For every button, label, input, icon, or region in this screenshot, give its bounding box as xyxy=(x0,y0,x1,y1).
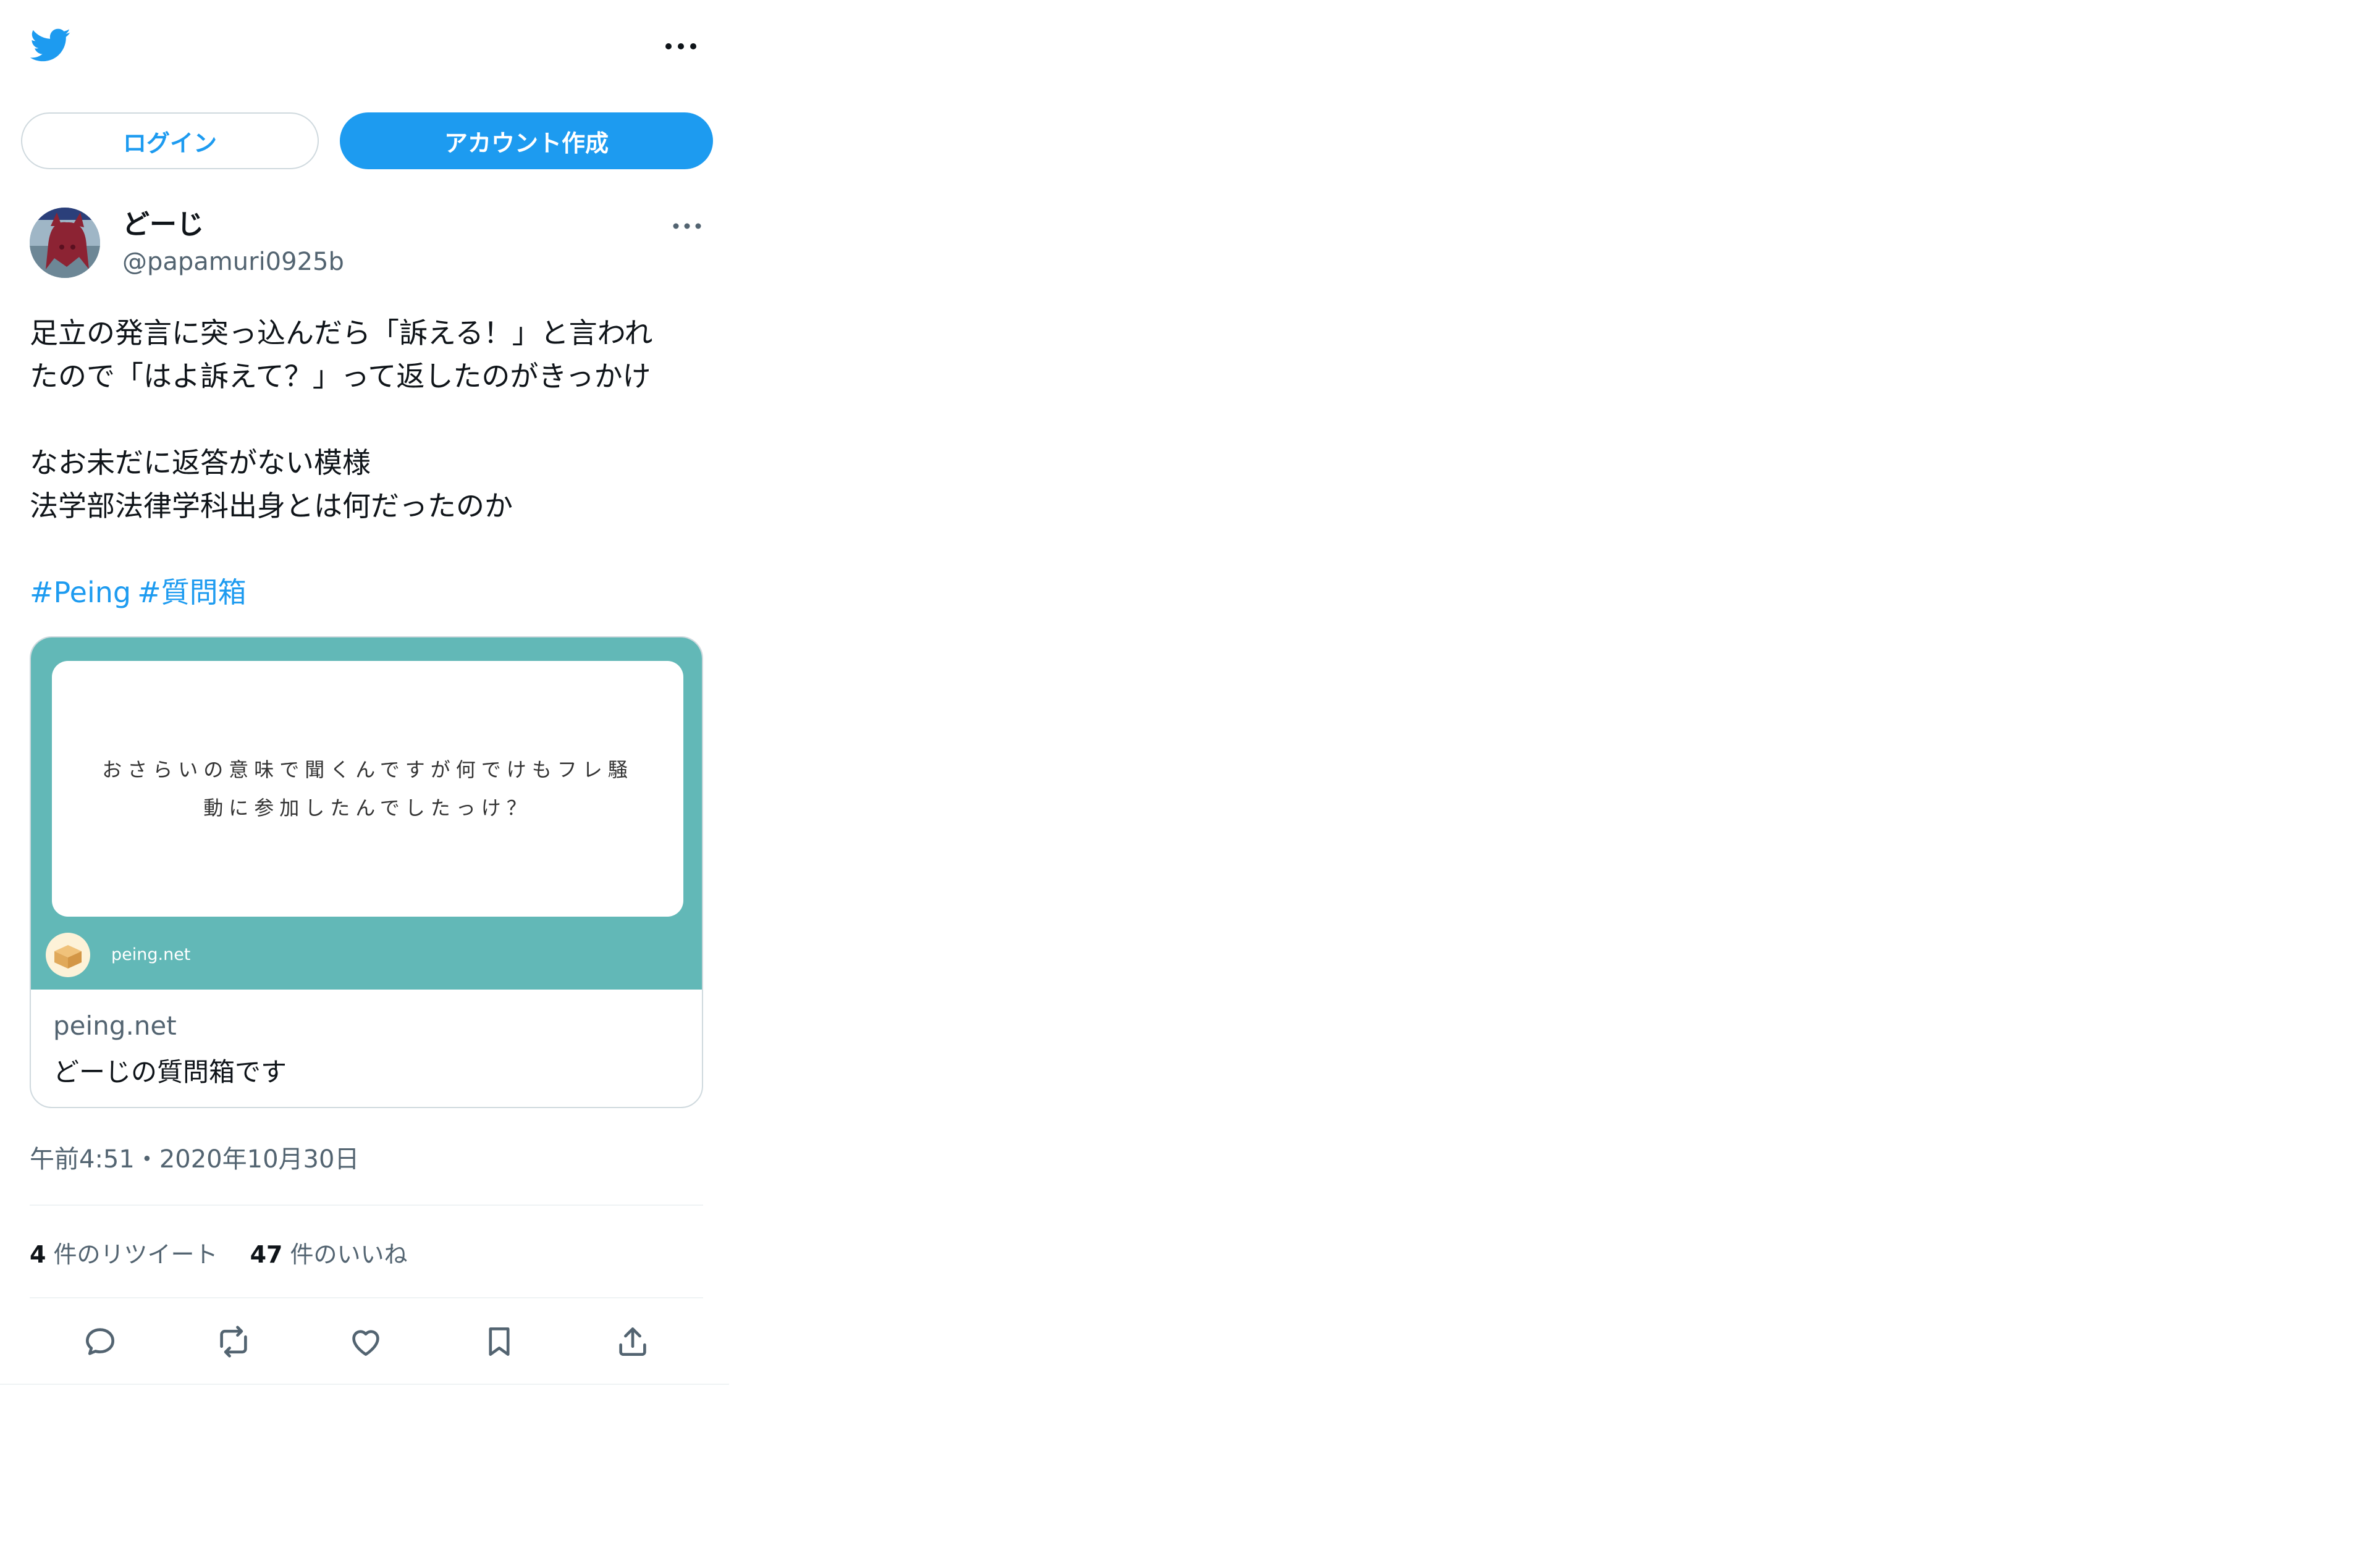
retweet-icon[interactable] xyxy=(209,1317,258,1366)
divider xyxy=(30,1297,703,1298)
share-icon[interactable] xyxy=(608,1317,657,1366)
divider xyxy=(0,1384,729,1385)
tweet-text-line: たので「はよ訴えて？」って返したのがきっかけ xyxy=(30,359,651,393)
signup-button[interactable]: アカウント作成 xyxy=(340,112,713,169)
bookmark-icon[interactable] xyxy=(475,1317,524,1366)
login-button[interactable]: ログイン xyxy=(21,112,319,169)
author-name[interactable]: どーじ xyxy=(122,206,204,243)
hashtag-link[interactable]: #Peing xyxy=(30,576,131,609)
card-domain: peing.net xyxy=(53,1011,177,1041)
link-card[interactable]: おさらいの意味で聞くんですが何でけもフレ騒 動に参加したんでしたっけ？ pein… xyxy=(30,636,703,1108)
tweet-text-line: 法学部法律学科出身とは何だったのか xyxy=(30,489,513,523)
reply-icon[interactable] xyxy=(75,1317,125,1366)
card-image: おさらいの意味で聞くんですが何でけもフレ騒 動に参加したんでしたっけ？ pein… xyxy=(31,637,702,990)
tweet-timestamp[interactable]: 午前4:51・2020年10月30日 xyxy=(30,1139,359,1175)
like-count: 47 xyxy=(250,1241,283,1268)
tweet-stats: 4 件のリツイート 47 件のいいね xyxy=(30,1235,408,1269)
author-handle[interactable]: @papamuri0925b xyxy=(122,245,344,279)
more-horizontal-icon[interactable] xyxy=(662,37,699,56)
divider xyxy=(30,1205,703,1206)
retweet-count: 4 xyxy=(30,1241,46,1268)
tweet-text-line xyxy=(30,398,709,441)
card-media-site: peing.net xyxy=(111,945,191,964)
like-stat[interactable]: 47 件のいいね xyxy=(250,1241,408,1268)
tweet-text-line: 足立の発言に突っ込んだら「訴える！」と言われ xyxy=(30,316,653,350)
twitter-logo-icon[interactable] xyxy=(28,25,73,65)
retweet-label: 件のリツイート xyxy=(53,1241,218,1268)
retweet-stat[interactable]: 4 件のリツイート xyxy=(30,1241,218,1268)
avatar[interactable] xyxy=(30,208,100,278)
tweet-text: 足立の発言に突っ込んだら「訴える！」と言われ たので「はよ訴えて？」って返したの… xyxy=(30,311,709,528)
more-horizontal-icon[interactable] xyxy=(671,217,703,235)
card-description: どーじの質問箱です xyxy=(53,1057,287,1087)
hashtags: #Peing #質問箱 xyxy=(30,571,253,614)
question-line: 動に参加したんでしたっけ？ xyxy=(203,796,532,820)
question-box: おさらいの意味で聞くんですが何でけもフレ騒 動に参加したんでしたっけ？ xyxy=(52,661,683,917)
like-label: 件のいいね xyxy=(290,1241,408,1268)
tweet-text-line: なお未だに返答がない模様 xyxy=(30,446,371,479)
hashtag-link[interactable]: #質問箱 xyxy=(137,576,247,609)
peing-box-icon xyxy=(46,933,90,977)
like-icon[interactable] xyxy=(341,1317,390,1366)
question-line: おさらいの意味で聞くんですが何でけもフレ騒 xyxy=(102,758,633,781)
